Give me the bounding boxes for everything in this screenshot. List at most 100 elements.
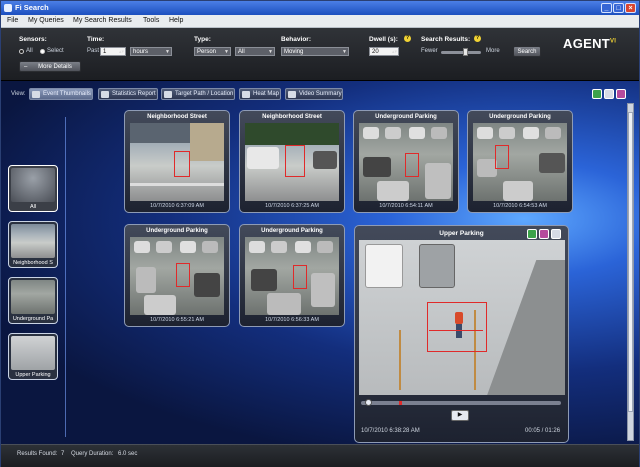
- sensor-item-all[interactable]: All: [8, 165, 58, 212]
- event-thumbnail[interactable]: Underground Parking 10/7/2010 6:56:33 AM: [239, 224, 345, 327]
- view-statistics-report-button[interactable]: Statistics Report: [98, 88, 158, 100]
- event-marker: [399, 401, 402, 405]
- scrollbar-thumb[interactable]: [628, 112, 633, 412]
- results-area: View: Event Thumbnails Statistics Report…: [1, 81, 639, 444]
- time-label: Time:: [87, 36, 105, 43]
- type-select[interactable]: Person ▼: [194, 47, 231, 56]
- sensor-item-neighborhood[interactable]: Neighborhood S: [8, 221, 58, 268]
- detection-box: [176, 263, 190, 287]
- sensor-item-underground[interactable]: Underground Pa: [8, 277, 58, 324]
- export-icon[interactable]: [527, 229, 537, 239]
- menu-help[interactable]: Help: [169, 17, 183, 24]
- sensors-select-label: Select: [47, 48, 64, 54]
- event-thumbnail[interactable]: Neighborhood Street 10/7/2010 6:37:25 AM: [239, 110, 345, 213]
- all-sensors-icon: [11, 168, 55, 202]
- sensors-select-radio[interactable]: [40, 49, 45, 54]
- sensor-item-upper-parking[interactable]: Upper Parking: [8, 333, 58, 380]
- event-image: [130, 123, 224, 201]
- detection-box: [405, 153, 419, 177]
- view-target-path-button[interactable]: Target Path / Location: [161, 88, 235, 100]
- window-title: Fi Search: [15, 3, 49, 12]
- sensors-all-radio[interactable]: [19, 49, 24, 54]
- thumbnail-title: Neighborhood Street: [262, 114, 322, 120]
- behavior-label: Behavior:: [281, 36, 311, 43]
- video-summary-icon: [288, 91, 296, 98]
- chevron-down-icon: ▼: [165, 49, 170, 55]
- play-button[interactable]: ▶: [451, 410, 469, 421]
- sensor-item-label: Neighborhood S: [13, 260, 53, 266]
- more-details-label: More Details: [38, 64, 72, 70]
- menu-bar: File My Queries My Search Results Tools …: [1, 15, 639, 28]
- maximize-button[interactable]: □: [613, 3, 624, 13]
- view-heat-map-button[interactable]: Heat Map: [239, 88, 281, 100]
- thumbnails-icon: [32, 91, 40, 98]
- close-button[interactable]: ×: [625, 3, 636, 13]
- minimize-button[interactable]: _: [601, 3, 612, 13]
- detection-box: [285, 145, 305, 177]
- thumbnail-title: Underground Parking: [375, 114, 437, 120]
- time-unit-select[interactable]: hours ▼: [130, 47, 172, 56]
- fewer-label: Fewer: [421, 48, 438, 54]
- heat-map-icon: [242, 91, 250, 98]
- search-filter-panel: Sensors: All Select Time: Past 1 ▴▾ hour…: [1, 28, 639, 81]
- divider: [65, 117, 66, 437]
- thumbnail-timestamp: 10/7/2010 6:37:09 AM: [150, 203, 204, 209]
- more-label: More: [486, 48, 500, 54]
- type-value: Person: [197, 49, 217, 55]
- settings-icon[interactable]: [616, 89, 626, 99]
- collapse-icon: –: [24, 64, 28, 70]
- thumbnail-timestamp: 10/7/2010 6:54:11 AM: [379, 203, 433, 209]
- seek-thumb[interactable]: [365, 399, 372, 406]
- results-slider-thumb[interactable]: [463, 48, 468, 56]
- detection-box: [495, 145, 509, 169]
- view-toolbar: View: Event Thumbnails Statistics Report…: [1, 81, 639, 101]
- player-elapsed: 00:05 / 01:26: [525, 428, 561, 434]
- more-details-button[interactable]: – More Details: [19, 61, 81, 72]
- export-icon[interactable]: [592, 89, 602, 99]
- results-slider-track[interactable]: [441, 51, 481, 54]
- behavior-value: Moving: [284, 49, 304, 55]
- event-image: [245, 123, 339, 201]
- view-event-thumbnails-button[interactable]: Event Thumbnails: [29, 88, 93, 100]
- snapshot-icon[interactable]: [539, 229, 549, 239]
- print-icon[interactable]: [604, 89, 614, 99]
- thumbnail-title: Underground Parking: [146, 228, 208, 234]
- vertical-scrollbar[interactable]: [627, 103, 634, 441]
- search-button[interactable]: Search: [513, 46, 541, 57]
- time-past-label: Past: [87, 48, 100, 54]
- player-timestamp: 10/7/2010 6:38:28 AM: [361, 428, 420, 434]
- menu-file[interactable]: File: [7, 17, 18, 24]
- menu-my-queries[interactable]: My Queries: [28, 17, 64, 24]
- seek-bar[interactable]: [361, 401, 561, 405]
- help-icon[interactable]: ?: [404, 35, 411, 42]
- event-thumbnail[interactable]: Underground Parking 10/7/2010 6:54:53 AM: [467, 110, 573, 213]
- fullscreen-icon[interactable]: [551, 229, 561, 239]
- app-icon: [4, 4, 12, 12]
- query-duration-label: Query Duration:: [71, 451, 114, 457]
- thumbnail-title: Underground Parking: [489, 114, 551, 120]
- event-thumbnail[interactable]: Underground Parking 10/7/2010 6:55:21 AM: [124, 224, 230, 327]
- event-image: [359, 123, 453, 201]
- chevron-down-icon: ▼: [268, 49, 273, 55]
- results-found-label: Results Found:: [17, 451, 58, 457]
- thumbnail-timestamp: 10/7/2010 6:37:25 AM: [265, 203, 319, 209]
- help-icon[interactable]: ?: [474, 35, 481, 42]
- chevron-down-icon: ▼: [224, 49, 229, 55]
- view-video-summary-button[interactable]: Video Summary: [285, 88, 343, 100]
- chevron-down-icon: ▼: [342, 49, 347, 55]
- menu-my-search-results[interactable]: My Search Results: [73, 17, 132, 24]
- event-thumbnail[interactable]: Underground Parking 10/7/2010 6:54:11 AM: [353, 110, 459, 213]
- thumbnail-title: Neighborhood Street: [147, 114, 207, 120]
- event-image: [130, 237, 224, 315]
- behavior-select[interactable]: Moving ▼: [281, 47, 349, 56]
- time-value-stepper[interactable]: 1 ▴▾: [100, 47, 126, 56]
- event-thumbnail[interactable]: Neighborhood Street 10/7/2010 6:37:09 AM: [124, 110, 230, 213]
- statistics-icon: [101, 91, 109, 98]
- detection-box: [293, 265, 307, 289]
- menu-tools[interactable]: Tools: [143, 17, 159, 24]
- type-sub-select[interactable]: All ▼: [235, 47, 275, 56]
- app-window: Fi Search _ □ × File My Queries My Searc…: [0, 0, 640, 467]
- detection-box: [174, 151, 190, 177]
- dwell-stepper[interactable]: 20 ▴▾: [369, 47, 399, 56]
- thumbnail-timestamp: 10/7/2010 6:55:21 AM: [150, 317, 204, 323]
